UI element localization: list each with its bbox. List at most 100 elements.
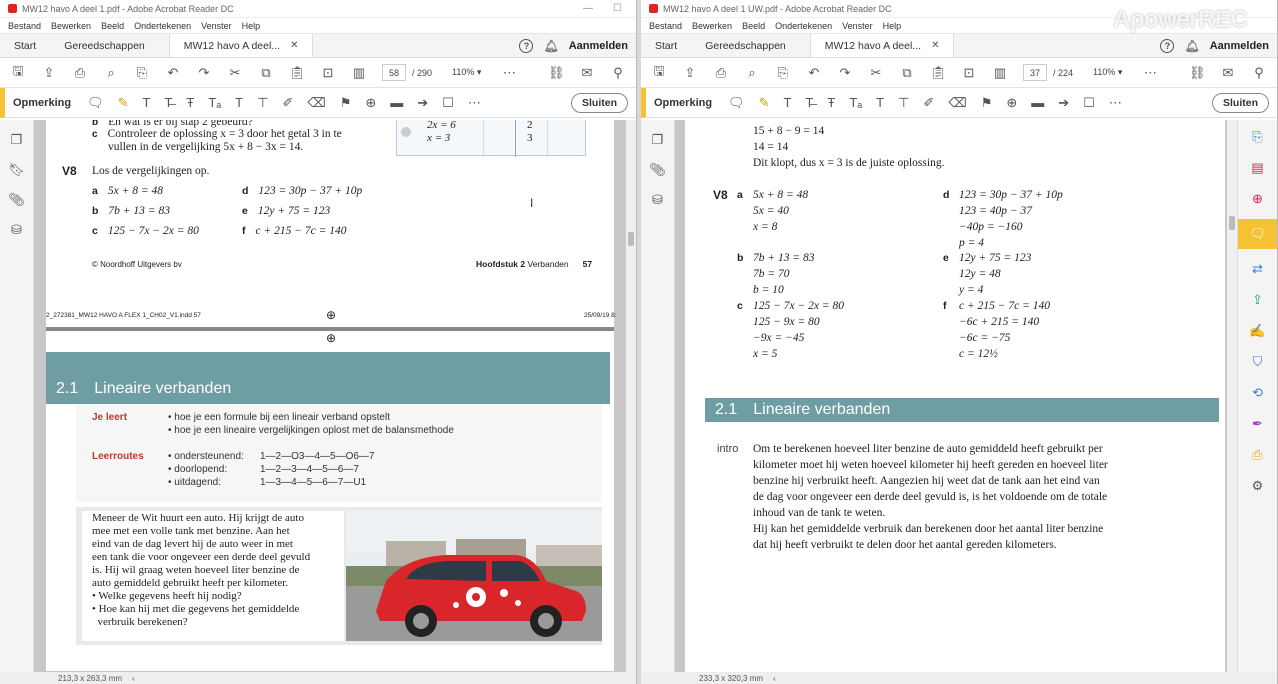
copy-icon[interactable]: ⧉ — [899, 65, 915, 81]
signatures-icon[interactable]: ⛁ — [652, 192, 663, 208]
paste-icon[interactable]: 📋︎ — [930, 65, 947, 81]
redo-icon[interactable]: ↷ — [196, 65, 212, 81]
bell-icon[interactable]: 🔔︎ — [1184, 39, 1199, 53]
minimize-button[interactable]: — — [583, 3, 593, 14]
text-box-icon[interactable]: ⊤ — [257, 95, 268, 111]
zoom-select[interactable]: 110% ▾ — [447, 64, 486, 81]
menu-bewerken[interactable]: Bewerken — [692, 21, 732, 31]
strikethrough-icon[interactable]: T̶ — [164, 95, 172, 110]
organize-pages-icon[interactable]: ▤ — [1247, 157, 1269, 179]
attachment-icon[interactable]: 📎︎ — [8, 192, 25, 208]
protect-icon[interactable]: ⛉ — [1247, 351, 1269, 373]
scroll-left-icon[interactable]: ‹ — [132, 674, 135, 683]
replace-text-icon[interactable]: Ŧ — [186, 95, 194, 110]
create-pdf-icon[interactable]: ⊕ — [1247, 188, 1269, 210]
cut-icon[interactable]: ✂ — [227, 65, 243, 81]
menu-bestand[interactable]: Bestand — [649, 21, 682, 31]
highlight-icon[interactable]: ✎ — [118, 95, 129, 111]
menu-ondertekenen[interactable]: Ondertekenen — [134, 21, 191, 31]
export-pdf-icon[interactable]: ⎘ — [1247, 126, 1269, 148]
stamp-icon[interactable]: ⚑ — [340, 95, 352, 111]
menu-help[interactable]: Help — [242, 21, 261, 31]
attach-icon[interactable]: ⊕ — [365, 95, 376, 111]
vertical-scrollbar[interactable] — [1227, 120, 1237, 672]
snapshot-icon[interactable]: ⊡ — [961, 65, 977, 81]
link-icon[interactable]: ⛓ — [1189, 65, 1206, 81]
read-mode-icon[interactable]: ▥ — [992, 65, 1008, 81]
link-icon[interactable]: ⛓ — [548, 65, 565, 81]
close-tab-icon[interactable]: ✕ — [290, 40, 298, 51]
snapshot-icon[interactable]: ⊡ — [320, 65, 336, 81]
sticky-note-icon[interactable]: 🗨︎ — [728, 95, 745, 111]
more-icon[interactable]: ⋯ — [501, 65, 517, 81]
scan-icon[interactable]: ⟲ — [1247, 382, 1269, 404]
comment-tool-icon[interactable]: 🗨︎ — [1237, 219, 1277, 249]
print-icon[interactable]: ⎙ — [72, 65, 88, 81]
copy-icon[interactable]: ⧉ — [258, 65, 274, 81]
text-box-icon[interactable]: ⊤ — [898, 95, 909, 111]
strikethrough-icon[interactable]: T̶ — [805, 95, 813, 110]
eraser-icon[interactable]: ⌫ — [307, 95, 325, 111]
cut-icon[interactable]: ✂ — [868, 65, 884, 81]
document-view[interactable]: 15 + 8 − 9 = 14 14 = 14 Dit klopt, dus x… — [675, 120, 1237, 672]
help-icon[interactable]: ? — [519, 38, 534, 53]
bookmark-icon[interactable]: 🔖︎ — [8, 162, 25, 178]
text-icon[interactable]: T — [784, 95, 792, 110]
mail-icon[interactable]: ✉ — [579, 65, 595, 81]
more-tools-icon[interactable]: ⋯ — [1109, 95, 1122, 111]
paste-icon[interactable]: 📋︎ — [289, 65, 306, 81]
print-icon[interactable]: ⎙ — [713, 65, 729, 81]
pages-icon[interactable]: ❐ — [652, 132, 664, 148]
read-mode-icon[interactable]: ▥ — [351, 65, 367, 81]
tab-document[interactable]: MW12 havo A deel... ✕ — [168, 34, 314, 57]
sign-in-button[interactable]: Aanmelden — [569, 40, 628, 52]
stamp-icon[interactable]: ⚑ — [981, 95, 993, 111]
add-user-icon[interactable]: ⚲ — [610, 65, 626, 81]
maximize-button[interactable]: ☐ — [613, 3, 622, 14]
tab-tools[interactable]: Gereedschappen — [691, 34, 800, 57]
tab-document[interactable]: MW12 havo A deel... ✕ — [809, 34, 955, 57]
upload-icon[interactable]: ⇪ — [682, 65, 698, 81]
add-user-icon[interactable]: ⚲ — [1251, 65, 1267, 81]
bell-icon[interactable]: 🔔︎ — [543, 39, 558, 53]
menu-venster[interactable]: Venster — [201, 21, 232, 31]
sign-icon[interactable]: ✒ — [1247, 413, 1269, 435]
page-number-input[interactable]: 37 — [1023, 64, 1047, 81]
menu-bewerken[interactable]: Bewerken — [51, 21, 91, 31]
close-comment-button[interactable]: Sluiten — [1211, 92, 1269, 113]
menu-ondertekenen[interactable]: Ondertekenen — [775, 21, 832, 31]
scroll-left-icon[interactable]: ‹ — [773, 674, 776, 683]
undo-icon[interactable]: ↶ — [165, 65, 181, 81]
undo-icon[interactable]: ↶ — [806, 65, 822, 81]
tab-tools[interactable]: Gereedschappen — [50, 34, 159, 57]
arrow-icon[interactable]: ➔ — [1058, 95, 1069, 111]
signatures-icon[interactable]: ⛁ — [11, 222, 22, 238]
pencil-icon[interactable]: ✐ — [923, 95, 934, 111]
sticky-note-icon[interactable]: 🗨︎ — [87, 95, 104, 111]
close-comment-button[interactable]: Sluiten — [570, 92, 628, 113]
menu-beeld[interactable]: Beeld — [101, 21, 124, 31]
arrow-icon[interactable]: ➔ — [417, 95, 428, 111]
search-icon[interactable]: ⌕ — [744, 65, 760, 81]
page-number-input[interactable]: 58 — [382, 64, 406, 81]
insert-text-icon[interactable]: Tₐ — [849, 95, 862, 110]
more-icon[interactable]: ⋯ — [1142, 65, 1158, 81]
more-tools-icon[interactable]: ⚙ — [1247, 475, 1269, 497]
menu-venster[interactable]: Venster — [842, 21, 873, 31]
save-icon[interactable]: 🖫 — [651, 62, 667, 84]
document-view[interactable]: b En wat is er bij stap 2 gebeurd? c Contr… — [34, 120, 636, 672]
menu-help[interactable]: Help — [883, 21, 902, 31]
upload-icon[interactable]: ⇪ — [41, 65, 57, 81]
line-icon[interactable]: ▬ — [390, 95, 403, 110]
text-icon[interactable]: T — [143, 95, 151, 110]
redo-icon[interactable]: ↷ — [837, 65, 853, 81]
search-icon[interactable]: ⌕ — [103, 65, 119, 81]
pages-icon[interactable]: ❐ — [11, 132, 23, 148]
page-tool-icon[interactable]: ⎘ — [775, 65, 791, 81]
combine-icon[interactable]: ⇄ — [1247, 258, 1269, 280]
mail-icon[interactable]: ✉ — [1220, 65, 1236, 81]
attachment-icon[interactable]: 📎︎ — [649, 162, 666, 178]
more-tools-icon[interactable]: ⋯ — [468, 95, 481, 111]
eraser-icon[interactable]: ⌫ — [948, 95, 966, 111]
page-tool-icon[interactable]: ⎘ — [134, 65, 150, 81]
